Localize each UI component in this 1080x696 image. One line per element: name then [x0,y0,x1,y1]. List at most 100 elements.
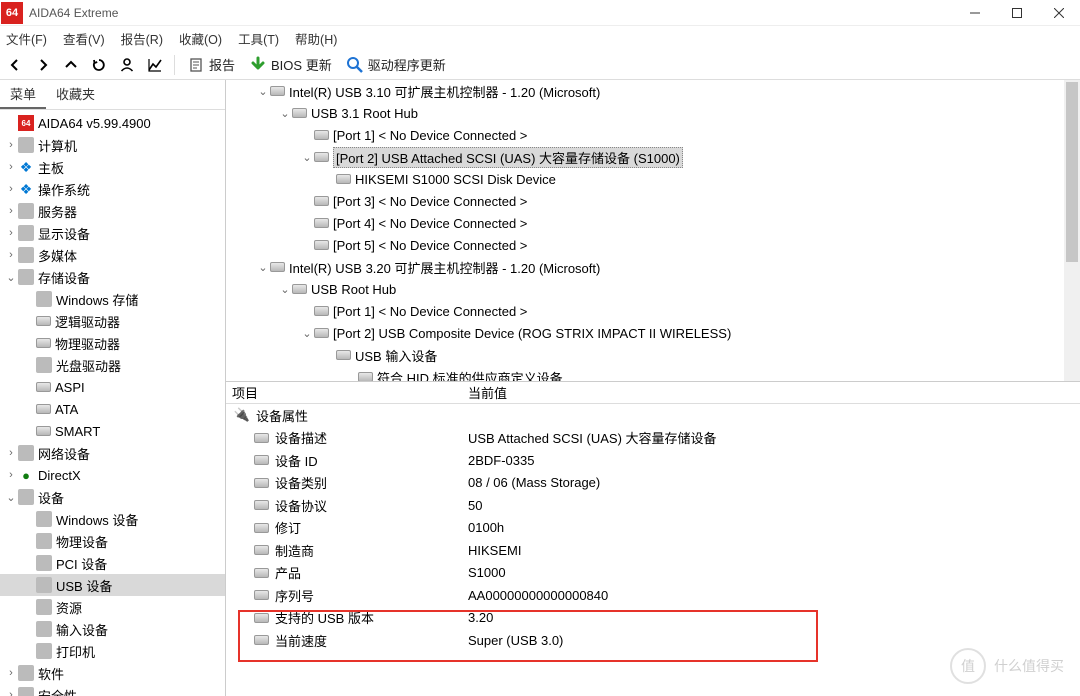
twisty-icon[interactable]: › [4,469,18,481]
nav-item[interactable]: Windows 存储 [0,288,225,310]
details-row[interactable]: 当前速度Super (USB 3.0) [226,629,1080,652]
twisty-icon[interactable]: › [4,183,18,195]
nav-item[interactable]: ›●DirectX [0,464,225,486]
twisty-icon[interactable]: › [4,161,18,173]
twisty-icon[interactable]: ⌄ [256,85,270,98]
col-value[interactable]: 当前值 [466,382,1080,403]
twisty-icon[interactable]: › [4,205,18,217]
left-tabs: 菜单 收藏夹 [0,80,225,110]
details-row[interactable]: 设备 ID2BDF-0335 [226,449,1080,472]
nav-item[interactable]: 光盘驱动器 [0,354,225,376]
usb-tree-item[interactable]: [Port 4] < No Device Connected > [226,212,1080,234]
nav-item[interactable]: ASPI [0,376,225,398]
details-row[interactable]: 产品S1000 [226,562,1080,585]
twisty-icon[interactable]: › [4,249,18,261]
property-key: 序列号 [275,586,314,605]
details-row[interactable]: 设备协议50 [226,494,1080,517]
nav-item[interactable]: 输入设备 [0,618,225,640]
nav-item[interactable]: ›软件 [0,662,225,684]
scrollbar[interactable] [1064,80,1080,381]
nav-item[interactable]: ⌄设备 [0,486,225,508]
details-row[interactable]: 序列号AA00000000000000840 [226,584,1080,607]
twisty-icon[interactable]: › [4,447,18,459]
driver-update-button[interactable]: 驱动程序更新 [342,53,450,76]
nav-item[interactable]: ›多媒体 [0,244,225,266]
twisty-icon[interactable]: ⌄ [4,491,18,504]
details-header[interactable]: 项目 当前值 [226,382,1080,404]
nav-item[interactable]: USB 设备 [0,574,225,596]
usb-tree-item[interactable]: HIKSEMI S1000 SCSI Disk Device [226,168,1080,190]
nav-item[interactable]: ›服务器 [0,200,225,222]
report-button[interactable]: 报告 [183,53,239,76]
usb-device-icon [314,328,329,338]
chart-icon[interactable] [144,54,166,76]
usb-tree-item[interactable]: USB 输入设备 [226,344,1080,366]
nav-item[interactable]: 64AIDA64 v5.99.4900 [0,112,225,134]
nav-item[interactable]: ATA [0,398,225,420]
usb-device-icon [314,196,329,206]
twisty-icon[interactable]: ⌄ [300,151,314,164]
user-icon[interactable] [116,54,138,76]
twisty-icon[interactable]: › [4,689,18,696]
usb-tree-item[interactable]: ⌄[Port 2] USB Composite Device (ROG STRI… [226,322,1080,344]
usb-tree-item[interactable]: ⌄Intel(R) USB 3.20 可扩展主机控制器 - 1.20 (Micr… [226,256,1080,278]
nav-item[interactable]: 物理驱动器 [0,332,225,354]
nav-item[interactable]: ›计算机 [0,134,225,156]
details-row[interactable]: 设备类别08 / 06 (Mass Storage) [226,472,1080,495]
nav-item[interactable]: SMART [0,420,225,442]
nav-item[interactable]: 逻辑驱动器 [0,310,225,332]
menu-fav[interactable]: 收藏(O) [179,29,222,48]
refresh-button[interactable] [88,54,110,76]
usb-tree-item[interactable]: ⌄Intel(R) USB 3.10 可扩展主机控制器 - 1.20 (Micr… [226,80,1080,102]
usb-tree-item[interactable]: [Port 5] < No Device Connected > [226,234,1080,256]
usb-tree-item[interactable]: [Port 1] < No Device Connected > [226,300,1080,322]
nav-item[interactable]: ›❖主板 [0,156,225,178]
nav-item[interactable]: 打印机 [0,640,225,662]
twisty-icon[interactable]: ⌄ [256,261,270,274]
usb-tree-item[interactable]: ⌄[Port 2] USB Attached SCSI (UAS) 大容量存储设… [226,146,1080,168]
menu-help[interactable]: 帮助(H) [295,29,337,48]
nav-forward-button[interactable] [32,54,54,76]
usb-tree-item[interactable]: [Port 1] < No Device Connected > [226,124,1080,146]
menu-report[interactable]: 报告(R) [121,29,163,48]
usb-tree-item[interactable]: ⌄USB Root Hub [226,278,1080,300]
twisty-icon[interactable]: › [4,139,18,151]
bios-update-button[interactable]: BIOS 更新 [245,53,336,76]
nav-up-button[interactable] [60,54,82,76]
menu-file[interactable]: 文件(F) [6,29,47,48]
nav-back-button[interactable] [4,54,26,76]
details-row[interactable]: 支持的 USB 版本3.20 [226,607,1080,630]
twisty-icon[interactable]: › [4,667,18,679]
nav-item[interactable]: ⌄存储设备 [0,266,225,288]
nav-item[interactable]: 资源 [0,596,225,618]
nav-item[interactable]: ›安全性 [0,684,225,696]
close-button[interactable] [1038,0,1080,26]
nav-item[interactable]: ›显示设备 [0,222,225,244]
menu-view[interactable]: 查看(V) [63,29,105,48]
maximize-button[interactable] [996,0,1038,26]
tab-favorites[interactable]: 收藏夹 [46,80,105,109]
col-item[interactable]: 项目 [226,382,466,403]
details-row[interactable]: 制造商HIKSEMI [226,539,1080,562]
usb-device-tree[interactable]: ⌄Intel(R) USB 3.10 可扩展主机控制器 - 1.20 (Micr… [226,80,1080,382]
twisty-icon[interactable]: › [4,227,18,239]
usb-tree-item[interactable]: 符合 HID 标准的供应商定义设备 [226,366,1080,382]
nav-item[interactable]: ›❖操作系统 [0,178,225,200]
nav-item[interactable]: ›网络设备 [0,442,225,464]
nav-tree[interactable]: 64AIDA64 v5.99.4900›计算机›❖主板›❖操作系统›服务器›显示… [0,110,225,696]
nav-item[interactable]: 物理设备 [0,530,225,552]
usb-device-icon [336,350,351,360]
nav-item[interactable]: Windows 设备 [0,508,225,530]
tab-menu[interactable]: 菜单 [0,80,46,109]
twisty-icon[interactable]: ⌄ [4,271,18,284]
minimize-button[interactable] [954,0,996,26]
details-row[interactable]: 设备描述USB Attached SCSI (UAS) 大容量存储设备 [226,427,1080,450]
twisty-icon[interactable]: ⌄ [278,283,292,296]
usb-tree-item[interactable]: [Port 3] < No Device Connected > [226,190,1080,212]
usb-tree-item[interactable]: ⌄USB 3.1 Root Hub [226,102,1080,124]
menu-tools[interactable]: 工具(T) [238,29,279,48]
twisty-icon[interactable]: ⌄ [300,327,314,340]
twisty-icon[interactable]: ⌄ [278,107,292,120]
details-row[interactable]: 修订0100h [226,517,1080,540]
nav-item[interactable]: PCI 设备 [0,552,225,574]
